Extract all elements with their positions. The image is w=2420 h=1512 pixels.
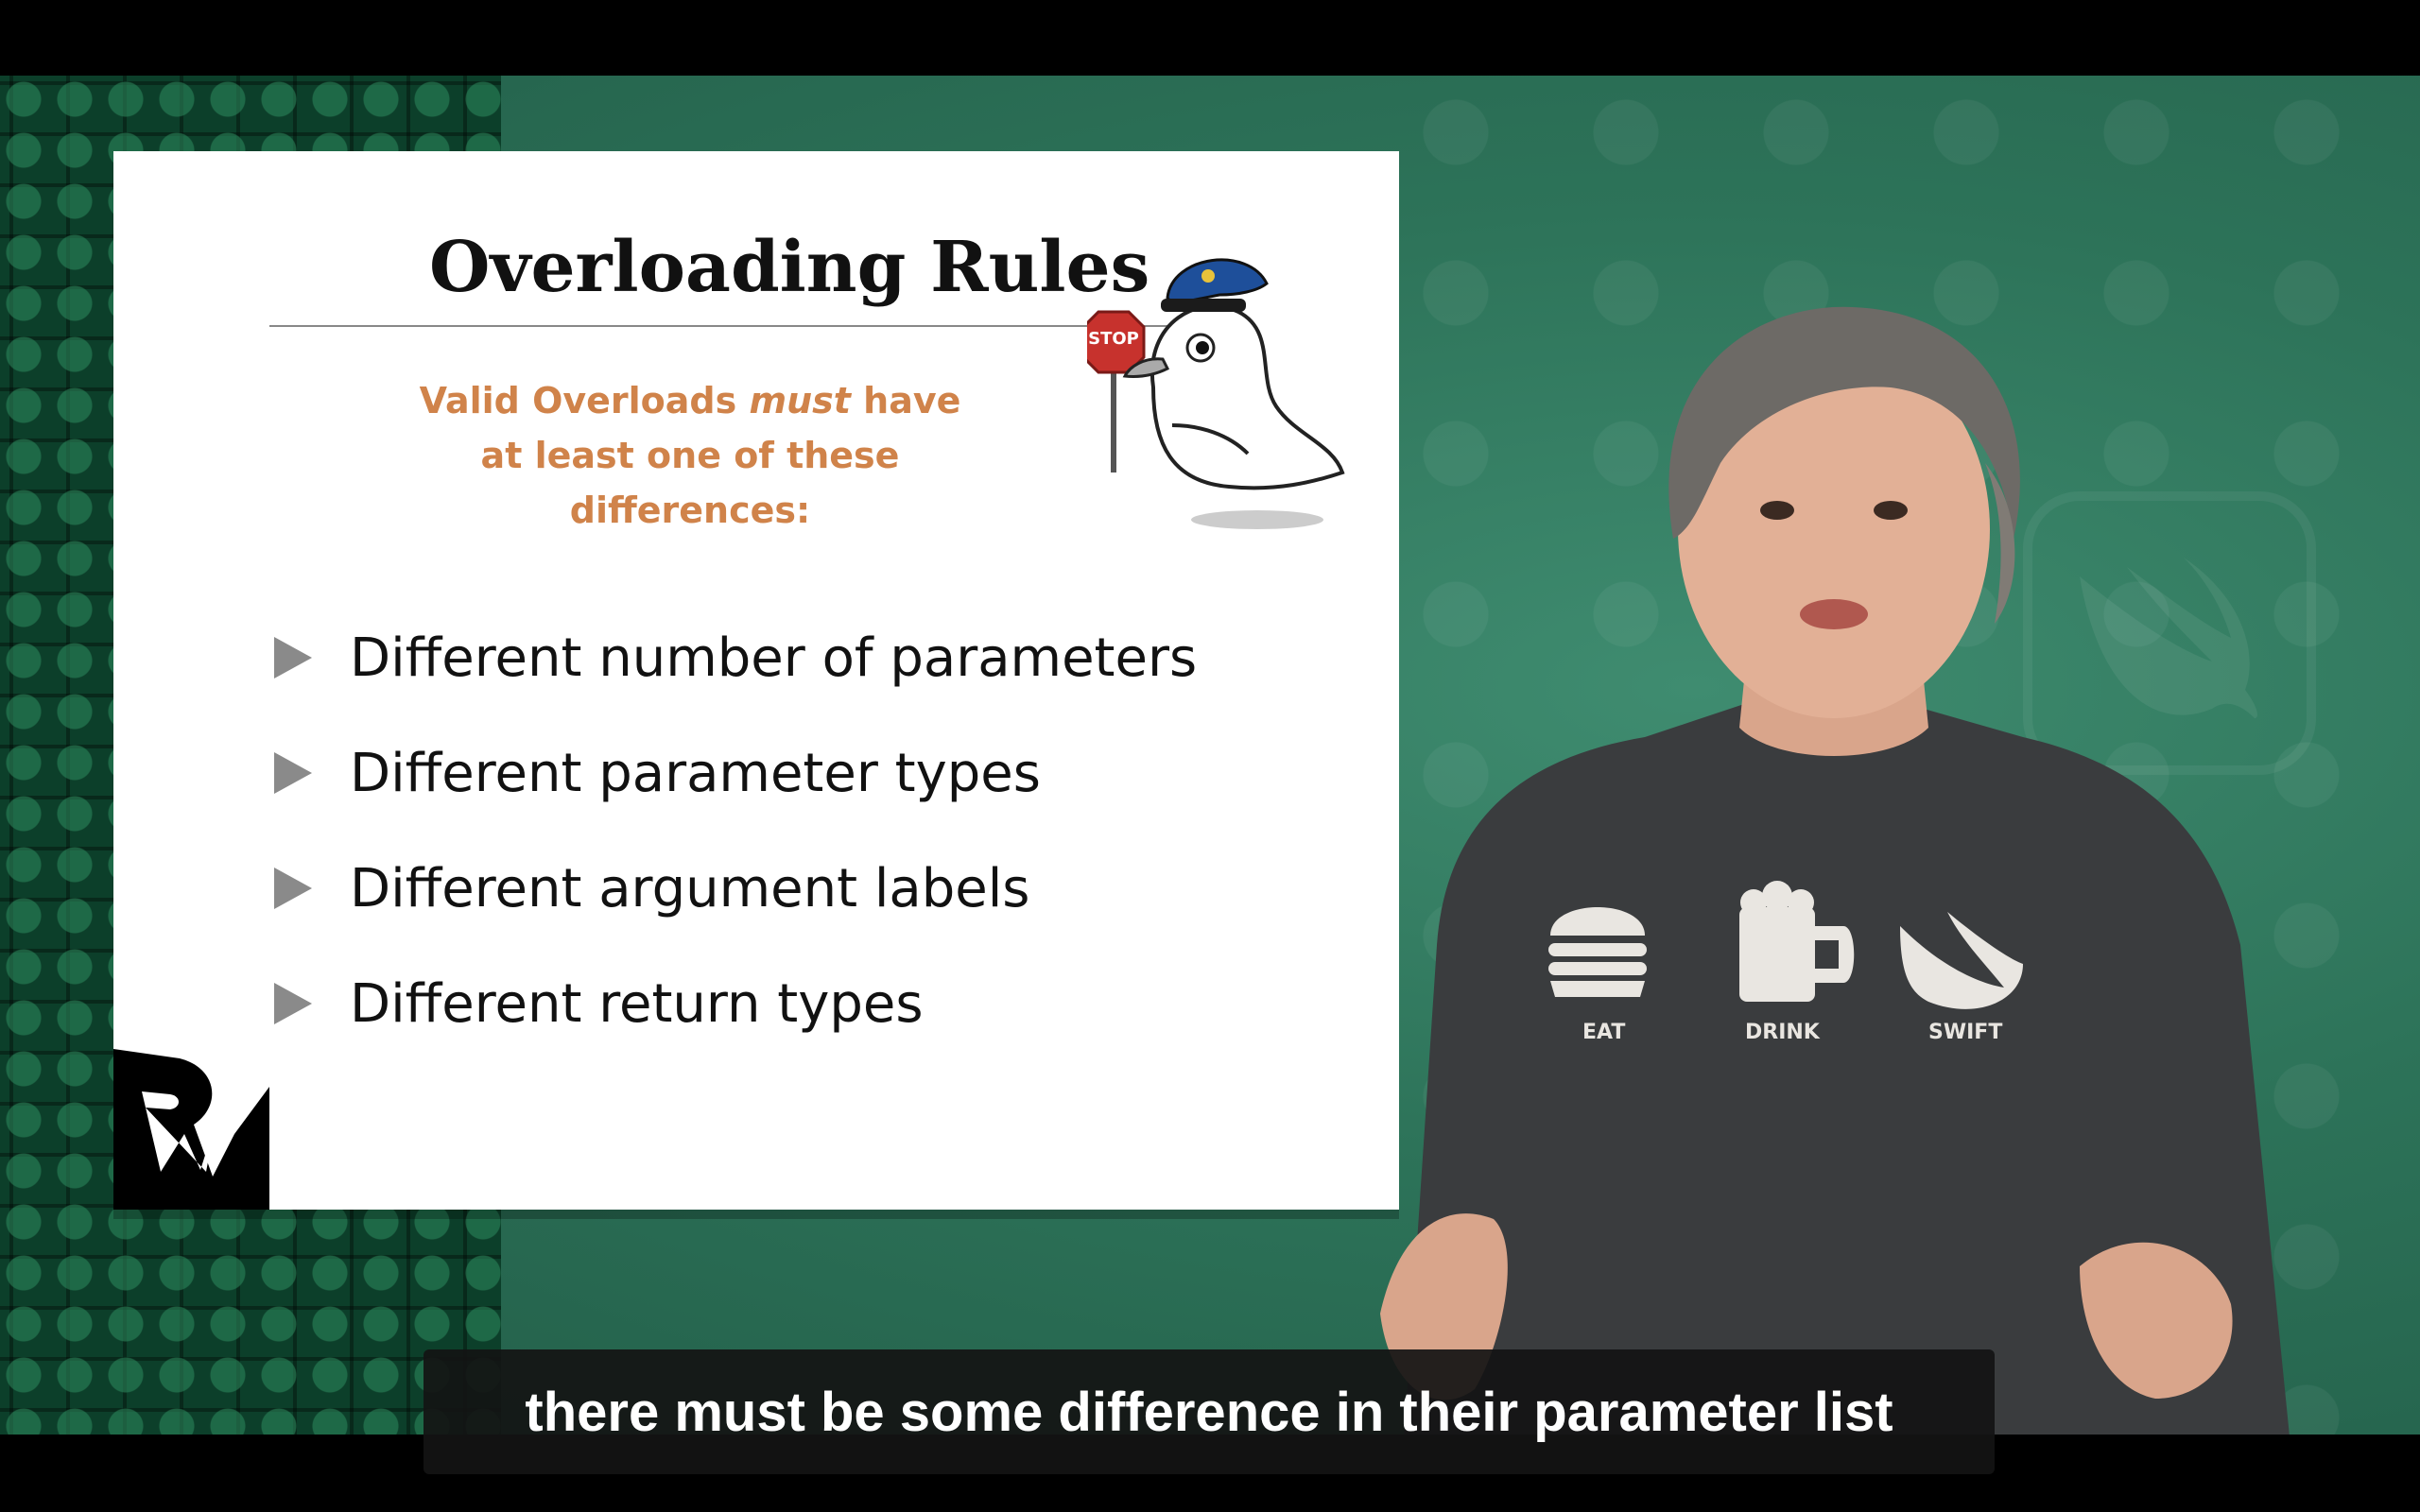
triangle-bullet-icon <box>274 868 312 909</box>
list-item: Different number of parameters <box>274 600 1197 715</box>
subtitle-part2: have <box>850 380 961 421</box>
slide-subtitle: Valid Overloads must have at least one o… <box>397 373 983 538</box>
slide-title-text: Overloading Rules <box>429 227 1150 308</box>
subtitle-part1: Valid Overloads <box>419 380 750 421</box>
stop-sign-text: STOP <box>1088 329 1139 349</box>
subtitle-caption: there must be some difference in their p… <box>424 1349 1995 1474</box>
subtitle-line2: at least one of these differences: <box>480 435 900 531</box>
presenter-video <box>1380 306 2290 1435</box>
rules-list: Different number of parameters Different… <box>274 600 1197 1061</box>
shirt-label-eat: EAT <box>1582 1021 1626 1044</box>
shirt-label-drink: DRINK <box>1745 1021 1820 1044</box>
police-bird-mascot: STOP <box>1087 258 1345 529</box>
video-frame[interactable]: EAT DRINK SWIFT Overloading Rules Valid … <box>0 76 2420 1435</box>
triangle-bullet-icon <box>274 637 312 679</box>
bullet-text: Different return types <box>350 972 924 1035</box>
beer-mug-icon <box>1739 907 1815 1002</box>
triangle-bullet-icon <box>274 983 312 1024</box>
title-divider <box>269 325 1215 327</box>
list-item: Different argument labels <box>274 831 1197 946</box>
bullet-text: Different argument labels <box>350 857 1030 919</box>
bullet-text: Different number of parameters <box>350 627 1198 689</box>
list-item: Different parameter types <box>274 715 1197 831</box>
burger-icon <box>1550 907 1645 936</box>
letterbox-top <box>0 0 2420 76</box>
shirt-labels: EAT DRINK SWIFT <box>1531 1021 2023 1058</box>
caption-text: there must be some difference in their p… <box>525 1381 1893 1443</box>
shirt-label-swift: SWIFT <box>1928 1021 2003 1044</box>
list-item: Different return types <box>274 946 1197 1061</box>
triangle-bullet-icon <box>274 752 312 794</box>
rw-logo <box>113 1049 269 1210</box>
subtitle-emphasis: must <box>749 380 851 421</box>
bullet-text: Different parameter types <box>350 742 1041 804</box>
swift-bird-icon <box>1900 912 2023 1009</box>
slide-panel: Overloading Rules Valid Overloads must h… <box>113 151 1399 1210</box>
